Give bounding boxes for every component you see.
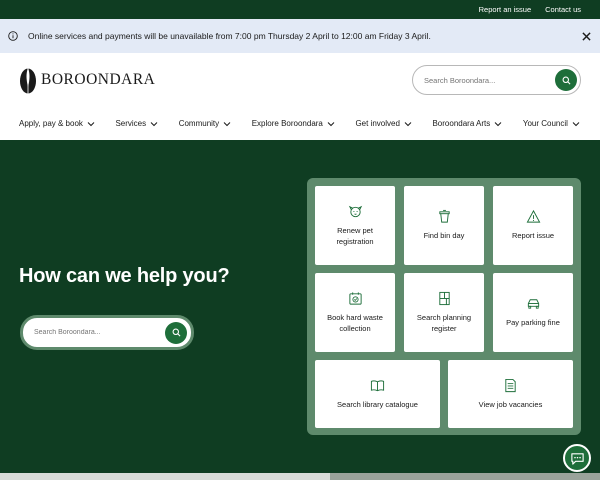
nav-item-community[interactable]: Community — [179, 119, 231, 128]
nav-item-services[interactable]: Services — [115, 119, 158, 128]
hard-waste-icon — [348, 292, 362, 305]
header-search-box — [412, 65, 581, 95]
chevron-down-icon — [150, 121, 158, 126]
site-header: Boroondara — [0, 53, 600, 107]
service-alert-banner: Online services and payments will be una… — [0, 19, 600, 53]
hero-title: How can we help you? — [19, 265, 230, 287]
logo-text: Boroondara — [41, 71, 156, 88]
nav-item-label: Apply, pay & book — [19, 119, 83, 128]
hero-search-input[interactable] — [34, 329, 165, 336]
car-icon — [527, 299, 539, 309]
quick-link-search-library-catalogue[interactable]: Search library catalogue — [315, 360, 440, 428]
header-search-button[interactable] — [555, 69, 577, 91]
nav-item-label: Explore Boroondara — [251, 119, 323, 128]
featured-image — [330, 473, 600, 480]
chat-button[interactable] — [563, 444, 591, 472]
header-search-input[interactable] — [424, 75, 555, 85]
quick-link-label: View job vacancies — [478, 399, 543, 409]
quick-link-pay-parking-fine[interactable]: Pay parking fine — [493, 273, 573, 352]
chat-icon — [570, 452, 584, 465]
nav-item-label: Boroondara Arts — [432, 119, 491, 128]
document-icon — [505, 378, 516, 392]
quick-link-search-planning-register[interactable]: Search planning register — [404, 273, 484, 352]
hero-search-box — [20, 315, 194, 350]
chevron-down-icon — [572, 121, 580, 126]
quick-link-report-issue[interactable]: Report issue — [493, 186, 573, 265]
search-icon — [172, 328, 180, 337]
search-icon — [562, 76, 570, 84]
quick-link-view-job-vacancies[interactable]: View job vacancies — [448, 360, 573, 428]
chevron-down-icon — [494, 121, 502, 126]
quick-link-label: Find bin day — [423, 231, 465, 241]
nav-item-explore-boroondara[interactable]: Explore Boroondara — [252, 119, 335, 128]
quick-link-label: Renew pet registration — [336, 225, 374, 246]
report-issue-link[interactable]: Report an issue — [479, 5, 532, 14]
quick-link-label: Pay parking fine — [506, 318, 560, 328]
warning-icon — [526, 210, 540, 223]
main-navigation: Apply, pay & book Services Community Exp… — [0, 107, 600, 140]
alert-message: Online services and payments will be una… — [28, 31, 431, 41]
bin-icon — [438, 210, 450, 223]
nav-item-label: Get involved — [355, 119, 400, 128]
nav-item-label: Services — [115, 119, 147, 128]
utility-bar: Report an issue Contact us — [0, 0, 600, 19]
nav-item-apply-pay-book[interactable]: Apply, pay & book — [19, 119, 95, 128]
quick-link-label: Search planning register — [416, 312, 472, 333]
quick-link-label: Search library catalogue — [337, 399, 418, 409]
planning-icon — [438, 291, 450, 305]
close-icon — [581, 31, 591, 41]
bottom-content-strip — [0, 473, 600, 480]
nav-item-boroondara-arts[interactable]: Boroondara Arts — [432, 119, 502, 128]
contact-us-link[interactable]: Contact us — [545, 5, 581, 14]
chevron-down-icon — [87, 121, 95, 126]
nav-item-your-council[interactable]: Your Council — [523, 119, 580, 128]
quick-link-renew-pet-registration[interactable]: Renew pet registration — [315, 186, 395, 265]
chevron-down-icon — [327, 121, 335, 126]
chevron-down-icon — [404, 121, 412, 126]
nav-item-label: Your Council — [522, 119, 568, 128]
nav-item-get-involved[interactable]: Get involved — [355, 119, 412, 128]
hero-search-button[interactable] — [165, 321, 187, 344]
quick-link-label: Book hard waste collection — [327, 312, 383, 333]
quick-link-find-bin-day[interactable]: Find bin day — [404, 186, 484, 265]
nav-item-label: Community — [178, 119, 220, 128]
close-alert-button[interactable] — [580, 30, 592, 42]
hero-section: How can we help you? Renew pet registrat… — [0, 140, 600, 473]
quick-link-book-hard-waste-collection[interactable]: Book hard waste collection — [315, 273, 395, 352]
site-logo[interactable]: Boroondara — [19, 65, 155, 95]
boroondara-logo-icon — [20, 66, 36, 94]
info-icon — [8, 31, 18, 41]
chevron-down-icon — [223, 121, 231, 126]
quick-link-label: Report issue — [511, 231, 555, 241]
quick-links-panel: Renew pet registration Find bin day Repo… — [307, 178, 581, 435]
book-icon — [370, 380, 385, 392]
pet-icon — [348, 205, 362, 217]
